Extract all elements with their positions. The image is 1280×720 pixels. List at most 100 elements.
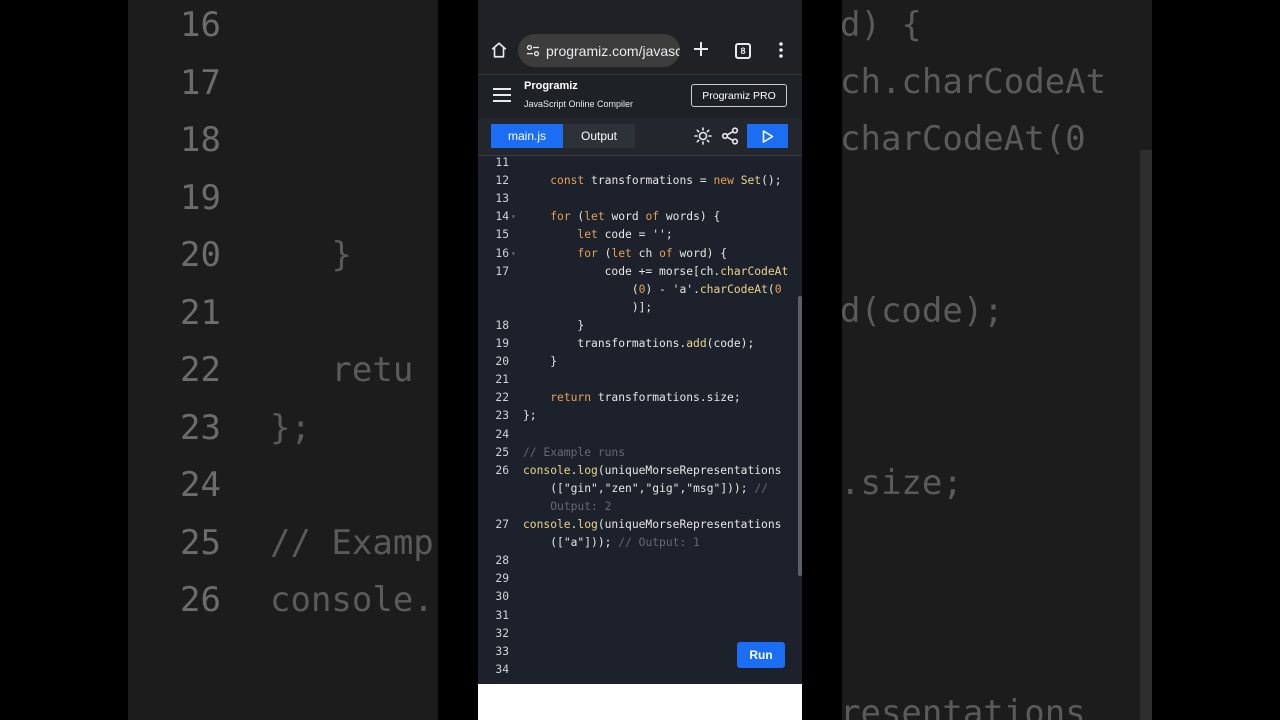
tab-output[interactable]: Output (563, 124, 635, 148)
background-line-number: 18 (180, 120, 221, 160)
line-number: 11 (495, 156, 509, 169)
background-line-text: console. (270, 580, 434, 620)
line-number: 23 (495, 409, 509, 423)
line-number: 21 (495, 373, 509, 387)
background-line-number: 22 (180, 350, 221, 390)
line-number: 17 (495, 264, 509, 278)
code-line[interactable]: (["a"])); // Output: 1 (478, 534, 802, 552)
code-text: const transformations = new Set(); (550, 174, 782, 188)
code-line[interactable]: 15 let code = ''; (478, 226, 802, 244)
fold-toggle-icon[interactable]: ▾ (511, 208, 516, 226)
background-line-number: 25 (180, 522, 221, 563)
background-line-text: // Examp (270, 522, 434, 563)
code-text: (["a"])); // Output: 1 (523, 536, 700, 550)
background-code-line: .size; (842, 463, 963, 503)
code-text: console.log(uniqueMorseRepresentations (523, 518, 782, 531)
code-text: console.log(uniqueMorseRepresentations (523, 463, 782, 477)
code-text: for (let word of words) { (550, 210, 721, 224)
code-line[interactable]: 12 const transformations = new Set(); (478, 172, 802, 190)
code-text: for (let ch of word) { (577, 246, 728, 260)
background-scrollbar (1140, 150, 1152, 720)
code-line[interactable]: 14 ▾ for (let word of words) { (478, 208, 802, 226)
line-number: 26 (495, 463, 509, 477)
programiz-pro-button[interactable]: Programiz PRO (691, 84, 787, 107)
site-settings-icon[interactable] (526, 44, 540, 58)
browser-toolbar: programiz.com/javasc 8 (478, 0, 802, 74)
line-number: 24 (495, 427, 509, 441)
run-button[interactable]: Run (737, 642, 785, 668)
code-line[interactable]: 11 (478, 156, 802, 172)
code-line[interactable]: 22 return transformations.size; (478, 389, 802, 407)
compiler-subtitle: JavaScript Online Compiler (524, 99, 634, 109)
code-line[interactable]: 27 console.log(uniqueMorseRepresentations (478, 516, 802, 534)
code-text: } (523, 318, 585, 332)
code-line[interactable]: (["gin","zen","gig","msg"])); // (478, 480, 802, 498)
code-line[interactable]: 28 (478, 552, 802, 570)
background-code-line: resentations (842, 693, 1086, 720)
background-line-number: 23 (180, 407, 221, 448)
theme-toggle-icon[interactable] (694, 127, 712, 145)
background-line-number: 16 (180, 5, 221, 45)
background-right-panel: resentations .size; d(code); charCodeAt(0 ch… (842, 0, 1152, 720)
code-line[interactable]: 25 // Example runs (478, 444, 802, 462)
line-number: 19 (495, 337, 509, 350)
background-code-line: ch.charCodeAt (842, 62, 1107, 102)
background-line-text: retu (270, 350, 414, 390)
code-editor[interactable]: 34 33 32 31 30 29 28 (["a"])); // Output: 1 27 c… (478, 156, 802, 684)
more-menu-icon[interactable] (778, 42, 784, 58)
code-line[interactable]: 29 (478, 570, 802, 588)
code-line[interactable]: 18 } (478, 317, 802, 335)
code-line[interactable]: 24 (478, 426, 802, 444)
background-code-line: charCodeAt(0 (842, 119, 1086, 159)
tab-main-js[interactable]: main.js (491, 124, 563, 148)
app-header: Programiz JavaScript Online Compiler Pro… (478, 74, 802, 119)
code-text: (0) - 'a'.charCodeAt(0 (523, 282, 782, 296)
hamburger-menu-icon[interactable] (493, 88, 511, 102)
code-line[interactable]: 17 code += morse[ch.charCodeAt (478, 263, 802, 281)
code-line[interactable]: 30 (478, 588, 802, 606)
code-line[interactable]: 19 transformations.add(code); (478, 335, 802, 353)
code-line[interactable]: 13 (478, 190, 802, 208)
code-line[interactable]: (0) - 'a'.charCodeAt(0 (478, 281, 802, 299)
address-bar[interactable]: programiz.com/javasc (518, 34, 680, 67)
line-number: 34 (495, 662, 509, 676)
code-text: (["gin","zen","gig","msg"])); // (523, 481, 768, 495)
code-text: )]; (523, 300, 653, 314)
code-line[interactable]: 20 } (478, 353, 802, 371)
code-line[interactable]: 21 (478, 371, 802, 389)
background-line-number: 20 (180, 235, 221, 275)
code-line[interactable]: Output: 2 (478, 498, 802, 516)
editor-scrollbar[interactable] (798, 296, 802, 576)
line-number: 16 (495, 246, 509, 260)
code-line[interactable]: 32 (478, 625, 802, 643)
code-text: let code = ''; (577, 228, 673, 242)
fold-toggle-icon[interactable]: ▾ (511, 245, 516, 263)
line-number: 25 (495, 445, 509, 459)
programiz-logo[interactable]: Programiz (524, 80, 578, 92)
code-line[interactable]: )]; (478, 299, 802, 317)
tab-switcher-button[interactable]: 8 (735, 43, 751, 59)
code-text: code += morse[ch.charCodeAt (523, 264, 789, 278)
play-icon (762, 129, 773, 143)
background-line-text: } (270, 235, 352, 275)
background-line-number: 17 (180, 62, 221, 103)
new-tab-icon[interactable] (692, 40, 710, 58)
background-code-line: d) { (842, 5, 922, 45)
code-text: } (523, 355, 558, 369)
line-number: 22 (495, 391, 509, 405)
code-text: }; (523, 409, 537, 423)
code-line[interactable]: 23}; (478, 407, 802, 425)
home-icon[interactable] (490, 41, 508, 59)
code-text: Output: 2 (550, 499, 612, 513)
run-icon-button[interactable] (747, 124, 788, 148)
background-line-number: 21 (180, 292, 221, 333)
code-line[interactable]: 31 (478, 607, 802, 625)
code-line[interactable]: 16 ▾ for (let ch of word) { (478, 245, 802, 263)
background-line-number: 26 (180, 580, 221, 620)
share-icon[interactable] (721, 127, 739, 145)
line-number: 33 (495, 644, 509, 658)
line-number: 28 (495, 554, 509, 568)
line-number: 29 (495, 572, 509, 586)
background-line-number: 24 (180, 465, 221, 505)
code-line[interactable]: 26 console.log(uniqueMorseRepresentations (478, 462, 802, 480)
